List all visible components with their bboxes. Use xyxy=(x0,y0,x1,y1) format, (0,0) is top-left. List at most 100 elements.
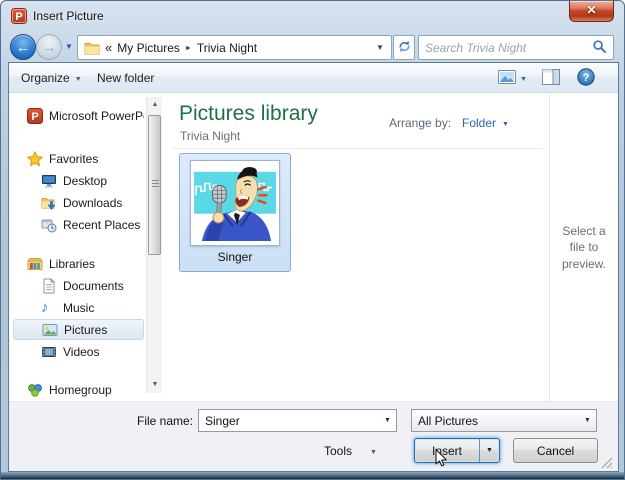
file-item-singer[interactable]: Singer xyxy=(179,153,291,272)
library-title: Pictures library xyxy=(179,102,318,125)
insert-dropdown[interactable]: ▼ xyxy=(479,439,499,462)
sidebar-item-desktop[interactable]: Desktop xyxy=(13,170,144,191)
sidebar-item-downloads[interactable]: Downloads xyxy=(13,192,144,213)
close-icon: ✕ xyxy=(586,3,597,17)
resize-grip[interactable] xyxy=(601,457,614,469)
scrollbar-thumb[interactable] xyxy=(148,115,161,255)
address-bar[interactable]: « My Pictures ► Trivia Night ▼ xyxy=(77,35,392,60)
file-name-combobox[interactable]: ▼ xyxy=(198,409,397,432)
window-bottom-edge xyxy=(1,472,624,479)
sidebar-item-label: Microsoft PowerPoint xyxy=(49,108,144,123)
cancel-label: Cancel xyxy=(536,443,575,458)
file-name-label: File name: xyxy=(137,414,194,428)
refresh-button[interactable] xyxy=(393,35,415,60)
header-divider xyxy=(171,148,543,149)
file-type-dropdown[interactable]: All Pictures ▼ xyxy=(411,409,597,432)
sidebar-item-label: Favorites xyxy=(49,151,99,166)
sidebar-item-label: Libraries xyxy=(49,256,96,271)
breadcrumb-trivia-night[interactable]: Trivia Night xyxy=(197,41,257,55)
change-view-button[interactable]: ▼ xyxy=(498,70,527,87)
tools-label: Tools xyxy=(324,444,353,458)
sidebar-item-label: Desktop xyxy=(63,173,108,188)
recent-pages-dropdown[interactable]: ▼ xyxy=(65,42,73,51)
tools-button[interactable]: Tools ▼ xyxy=(324,444,377,458)
pictures-icon xyxy=(42,322,58,338)
cancel-button[interactable]: Cancel xyxy=(513,438,598,463)
chevron-down-icon: ▼ xyxy=(584,417,591,424)
chevron-down-icon: ▼ xyxy=(520,76,527,83)
help-button[interactable]: ? xyxy=(577,68,595,89)
folder-icon xyxy=(84,41,100,55)
scroll-up-arrow[interactable]: ▲ xyxy=(147,97,163,113)
sidebar-item-favorites[interactable]: Favorites xyxy=(13,148,144,169)
file-name-input[interactable] xyxy=(199,413,379,428)
new-folder-label: New folder xyxy=(97,71,155,85)
libraries-icon xyxy=(26,256,44,272)
forward-arrow-icon: → xyxy=(42,39,56,55)
preview-pane-icon xyxy=(542,69,560,88)
forward-button[interactable]: → xyxy=(36,34,62,60)
recent-places-icon xyxy=(41,217,57,233)
documents-icon xyxy=(41,277,57,294)
downloads-icon xyxy=(41,195,57,211)
svg-text:?: ? xyxy=(583,72,590,84)
file-type-value: All Pictures xyxy=(418,413,479,428)
sidebar-item-pictures[interactable]: Pictures xyxy=(13,319,144,340)
back-arrow-icon: ← xyxy=(16,39,30,55)
arrange-by-label: Arrange by: xyxy=(389,116,452,130)
sidebar-item-documents[interactable]: Documents xyxy=(13,275,144,296)
desktop-icon xyxy=(41,173,57,189)
sidebar-item-label: Homegroup xyxy=(49,382,112,397)
chevron-down-icon: ▼ xyxy=(486,447,493,454)
chevron-down-icon: ▼ xyxy=(74,75,82,83)
insert-button[interactable]: Insert ▼ xyxy=(414,438,500,463)
help-icon: ? xyxy=(577,68,595,89)
sidebar-item-homegroup[interactable]: Homegroup xyxy=(13,379,144,400)
preview-message: Select a file to preview. xyxy=(561,224,607,271)
sidebar-item-label: Documents xyxy=(63,278,124,293)
scroll-down-arrow[interactable]: ▼ xyxy=(147,377,163,393)
svg-text:P: P xyxy=(15,11,22,23)
search-icon[interactable] xyxy=(592,39,607,57)
preview-pane-button[interactable] xyxy=(542,69,560,88)
library-location: Trivia Night xyxy=(180,129,241,143)
search-input[interactable] xyxy=(425,40,592,55)
breadcrumb-overflow[interactable]: « xyxy=(105,40,112,55)
address-dropdown[interactable]: ▼ xyxy=(371,36,389,59)
chevron-down-icon[interactable]: ▼ xyxy=(379,417,396,424)
arrange-by-value: Folder xyxy=(462,116,497,130)
sidebar-item-recent-places[interactable]: Recent Places xyxy=(13,214,144,235)
breadcrumb-separator-icon[interactable]: ► xyxy=(185,44,192,52)
powerpoint-icon: P xyxy=(11,8,27,24)
file-name-caption: Singer xyxy=(217,250,253,264)
refresh-icon xyxy=(397,39,412,57)
organize-button[interactable]: Organize ▼ xyxy=(21,71,82,85)
insert-picture-dialog: P Insert Picture ✕ ← → ▼ « My Pictures ►… xyxy=(0,0,625,480)
arrange-by-dropdown[interactable]: Folder ▼ xyxy=(462,116,509,130)
window-title: Insert Picture xyxy=(33,9,104,23)
sidebar-item-libraries[interactable]: Libraries xyxy=(13,253,144,274)
sidebar-item-label: Downloads xyxy=(63,195,123,210)
singer-clipart xyxy=(194,165,276,241)
videos-icon xyxy=(41,344,57,360)
sidebar-item-music[interactable]: ♪ Music xyxy=(13,297,144,318)
close-button[interactable]: ✕ xyxy=(569,1,614,22)
command-toolbar: Organize ▼ New folder ▼ ? xyxy=(9,63,618,93)
new-folder-button[interactable]: New folder xyxy=(97,71,154,85)
star-icon xyxy=(26,150,44,167)
music-note-icon: ♪ xyxy=(41,298,49,316)
sidebar-scrollbar[interactable]: ▲ ▼ xyxy=(146,97,162,393)
organize-label: Organize xyxy=(21,71,70,85)
views-icon xyxy=(498,70,516,87)
breadcrumb-my-pictures[interactable]: My Pictures xyxy=(117,41,180,55)
sidebar-item-label: Videos xyxy=(63,344,100,359)
insert-label[interactable]: Insert xyxy=(415,444,479,458)
sidebar-item-label: Pictures xyxy=(64,322,108,337)
search-box[interactable] xyxy=(418,35,614,60)
back-button[interactable]: ← xyxy=(10,34,36,60)
sidebar-item-microsoft-powerpoint[interactable]: P Microsoft PowerPoint xyxy=(13,105,144,126)
sidebar-item-label: Music xyxy=(63,300,95,315)
singer-thumbnail xyxy=(190,160,280,246)
sidebar-item-videos[interactable]: Videos xyxy=(13,341,144,362)
homegroup-icon xyxy=(27,382,43,398)
